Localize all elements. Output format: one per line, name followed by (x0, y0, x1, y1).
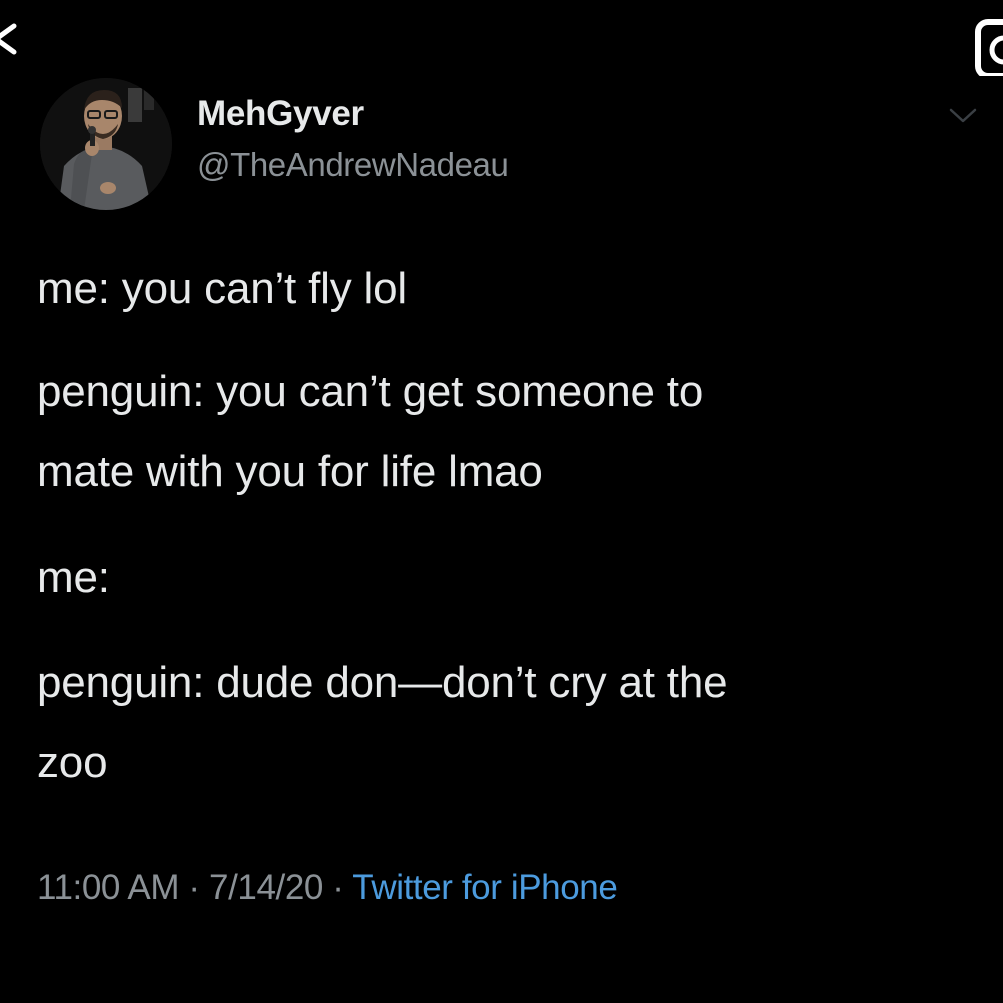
tweet-time[interactable]: 11:00 AM (37, 868, 179, 907)
author-handle[interactable]: @TheAndrewNadeau (197, 146, 509, 184)
tweet-text-line: mate with you for life lmao (37, 447, 543, 496)
back-chevron-icon[interactable] (0, 22, 20, 56)
avatar[interactable] (40, 78, 172, 210)
tweet-text-line: penguin: dude don—don’t cry at the (37, 658, 728, 707)
chevron-down-icon[interactable] (948, 106, 978, 126)
tweet-text-line: zoo (37, 738, 108, 787)
tweet-text-line: penguin: you can’t get someone to (37, 367, 704, 416)
avatar-photo (40, 78, 172, 210)
tweet-meta: 11:00 AM · 7/14/20 · Twitter for iPhone (37, 868, 618, 908)
meta-separator: · (322, 868, 353, 907)
meta-separator: · (179, 868, 209, 907)
tweet-text-line: me: (37, 553, 110, 602)
camera-icon[interactable] (974, 14, 1003, 76)
tweet-text-line: me: you can’t fly lol (37, 264, 407, 313)
author-display-name[interactable]: MehGyver (197, 94, 364, 134)
tweet-source-link[interactable]: Twitter for iPhone (352, 868, 618, 907)
tweet-date[interactable]: 7/14/20 (209, 868, 323, 907)
